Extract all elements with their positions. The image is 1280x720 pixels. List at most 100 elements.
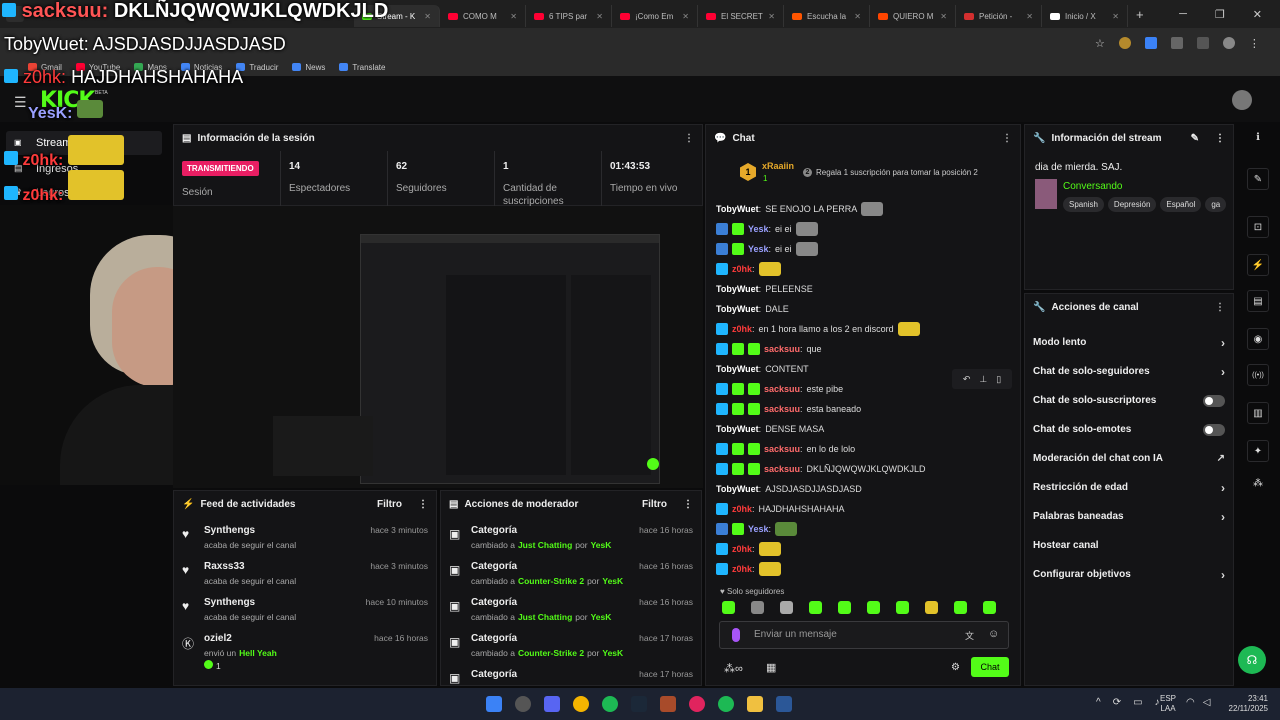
browser-tab[interactable]: 6 TIPS par ✕ [526,5,612,27]
chat-username[interactable]: z0hk [732,564,752,574]
steam-icon[interactable] [631,696,647,712]
activity-item[interactable]: ♥ Synthengs acaba de seguir el canal hace 3… [174,525,436,561]
mod-action-item[interactable]: ▣ Categoría cambiado a Counter-Strike 2 por Y… [441,633,701,669]
stream-tag[interactable]: ga [1205,197,1227,212]
discord-icon[interactable] [544,696,560,712]
volume-icon[interactable]: ◁ [1203,697,1211,708]
mod-action-item[interactable]: ▣ Categoría cambiado a Just Chatting por YesK… [441,597,701,633]
top-gifter-name[interactable]: xRaaiin [762,161,794,171]
chat-message[interactable]: sacksuu: que [716,339,1012,359]
chat-message[interactable]: z0hk: [716,539,1012,559]
channel-actions-more-icon[interactable]: ⋮ [1215,302,1225,313]
chat-username[interactable]: Yesk [748,244,769,254]
tab-close-icon[interactable]: ✕ [596,12,603,21]
reply-icon[interactable]: ↶ [963,374,971,385]
activity-filter-button[interactable]: Filtro [377,499,402,510]
stream-tag[interactable]: Español [1160,197,1202,212]
emoji-icon[interactable]: ☺ [988,628,999,640]
clock[interactable]: 23:41 22/11/2025 [1218,694,1268,714]
microphone-icon[interactable]: ♪ [1155,697,1160,708]
browser-tab[interactable]: QUIERO M ✕ [870,5,956,27]
quick-emote-icon[interactable] [983,601,996,614]
chat-message[interactable]: z0hk: [716,559,1012,579]
chat-message[interactable]: sacksuu: esta baneado [716,399,1012,419]
broadcast-icon[interactable]: ((•)) [1247,364,1269,386]
session-more-icon[interactable]: ⋮ [684,133,694,144]
chat-username[interactable]: Yesk [748,224,769,234]
mic-icon[interactable] [732,628,740,642]
chat-settings-icon[interactable]: ⚙ [951,662,960,673]
windows-start-icon[interactable] [486,696,502,712]
pencil-icon[interactable]: ✎ [1247,168,1269,190]
mod-action-item[interactable]: ▣ Categoría hace 17 horas [441,669,701,685]
chat-username[interactable]: TobyWuet [716,204,759,214]
chat-message[interactable]: TobyWuet: SE ENOJO LA PERRA [716,199,1012,219]
sync-icon[interactable]: ⟳ [1113,697,1121,708]
activity-user[interactable]: Synthengs [204,525,296,536]
chat-username[interactable]: z0hk [732,504,752,514]
send-chat-button[interactable]: Chat [971,657,1009,677]
chat-message[interactable]: sacksuu: en lo de lolo [716,439,1012,459]
mod-action-item[interactable]: ▣ Categoría cambiado a Just Chatting por YesK… [441,525,701,561]
mod-action-category[interactable]: Just Chatting [518,540,572,550]
mod-action-category[interactable]: Counter-Strike 2 [518,648,584,658]
chat-username[interactable]: TobyWuet [716,284,759,294]
chat-message[interactable]: TobyWuet: DENSE MASA [716,419,1012,439]
chat-message[interactable]: sacksuu: DKLÑJQWQWJKLQWDKJLD [716,459,1012,479]
chat-message[interactable]: TobyWuet: PELEENSE [716,279,1012,299]
chat-message[interactable]: Yesk: ei ei [716,239,1012,259]
edit-icon[interactable]: ✎ [1191,133,1199,144]
chat-username[interactable]: TobyWuet [716,424,759,434]
activity-user[interactable]: Synthengs [204,597,296,608]
chat-username[interactable]: sacksuu [764,464,800,474]
chat-username[interactable]: Yesk [748,524,769,534]
chat-username[interactable]: z0hk [732,544,752,554]
chat-username[interactable]: sacksuu [764,384,800,394]
tab-close-icon[interactable]: ✕ [1112,12,1119,21]
chat-username[interactable]: z0hk [732,264,752,274]
quick-emote-icon[interactable] [751,601,764,614]
new-tab-button[interactable]: + [1136,7,1144,22]
bookmark-star-icon[interactable]: ☆ [1095,37,1105,50]
chat-message[interactable]: Yesk: [716,519,1012,539]
channel-action-item[interactable]: Chat de solo-emotes [1025,415,1233,444]
app-icon[interactable] [776,696,792,712]
quick-emote-icon[interactable] [896,601,909,614]
activity-item[interactable]: Ⓚoziel2 envió un Hell Yeah 1 hace 16 horas [174,633,436,671]
chat-bubble-icon[interactable]: ◉ [1247,328,1269,350]
gift-sub-prompt[interactable]: Regala 1 suscripción para tomar la posic… [816,168,978,177]
tab-close-icon[interactable]: ✕ [854,12,861,21]
mod-filter-button[interactable]: Filtro [642,499,667,510]
mod-action-moderator[interactable]: YesK [602,648,623,658]
channel-action-item[interactable]: Chat de solo-suscriptores [1025,386,1233,415]
mod-more-icon[interactable]: ⋮ [683,499,693,510]
close-window-icon[interactable]: ✕ [1253,8,1262,21]
reading-list-icon[interactable] [1196,37,1209,49]
activity-item[interactable]: ♥ Raxss33 acaba de seguir el canal hace 3 m… [174,561,436,597]
lightning-icon[interactable]: ⚡ [1247,254,1269,276]
chat-tools-icon[interactable]: ⁂∞ [724,662,743,675]
tab-close-icon[interactable]: ✕ [1026,12,1033,21]
chat-username[interactable]: sacksuu [764,404,800,414]
stream-tag[interactable]: Depresión [1107,197,1157,212]
chat-username[interactable]: TobyWuet [716,364,759,374]
channel-action-item[interactable]: Configurar objetivos › [1025,560,1233,589]
store-icon[interactable]: ▦ [766,661,776,674]
stream-tag[interactable]: Spanish [1063,197,1104,212]
translate-icon[interactable]: 文 [965,629,974,642]
chrome-icon[interactable] [573,696,589,712]
channel-action-item[interactable]: Chat de solo-seguidores › [1025,357,1233,386]
translate-extension-icon[interactable] [1144,37,1157,49]
browser-tab[interactable]: Petición - ✕ [956,5,1042,27]
category-link[interactable]: Conversando [1063,181,1122,192]
activity-item[interactable]: ♥ Synthengs acaba de seguir el canal hace 1… [174,597,436,633]
app-icon[interactable] [515,696,531,712]
maximize-icon[interactable]: ❐ [1215,8,1225,21]
info-icon[interactable]: ℹ [1247,132,1269,143]
tab-close-icon[interactable]: ✕ [940,12,947,21]
language-indicator[interactable]: ESP LAA [1160,694,1176,714]
mod-action-category[interactable]: Just Chatting [518,612,572,622]
tab-close-icon[interactable]: ✕ [682,12,689,21]
tab-close-icon[interactable]: ✕ [424,12,431,21]
mod-action-moderator[interactable]: YesK [591,540,612,550]
